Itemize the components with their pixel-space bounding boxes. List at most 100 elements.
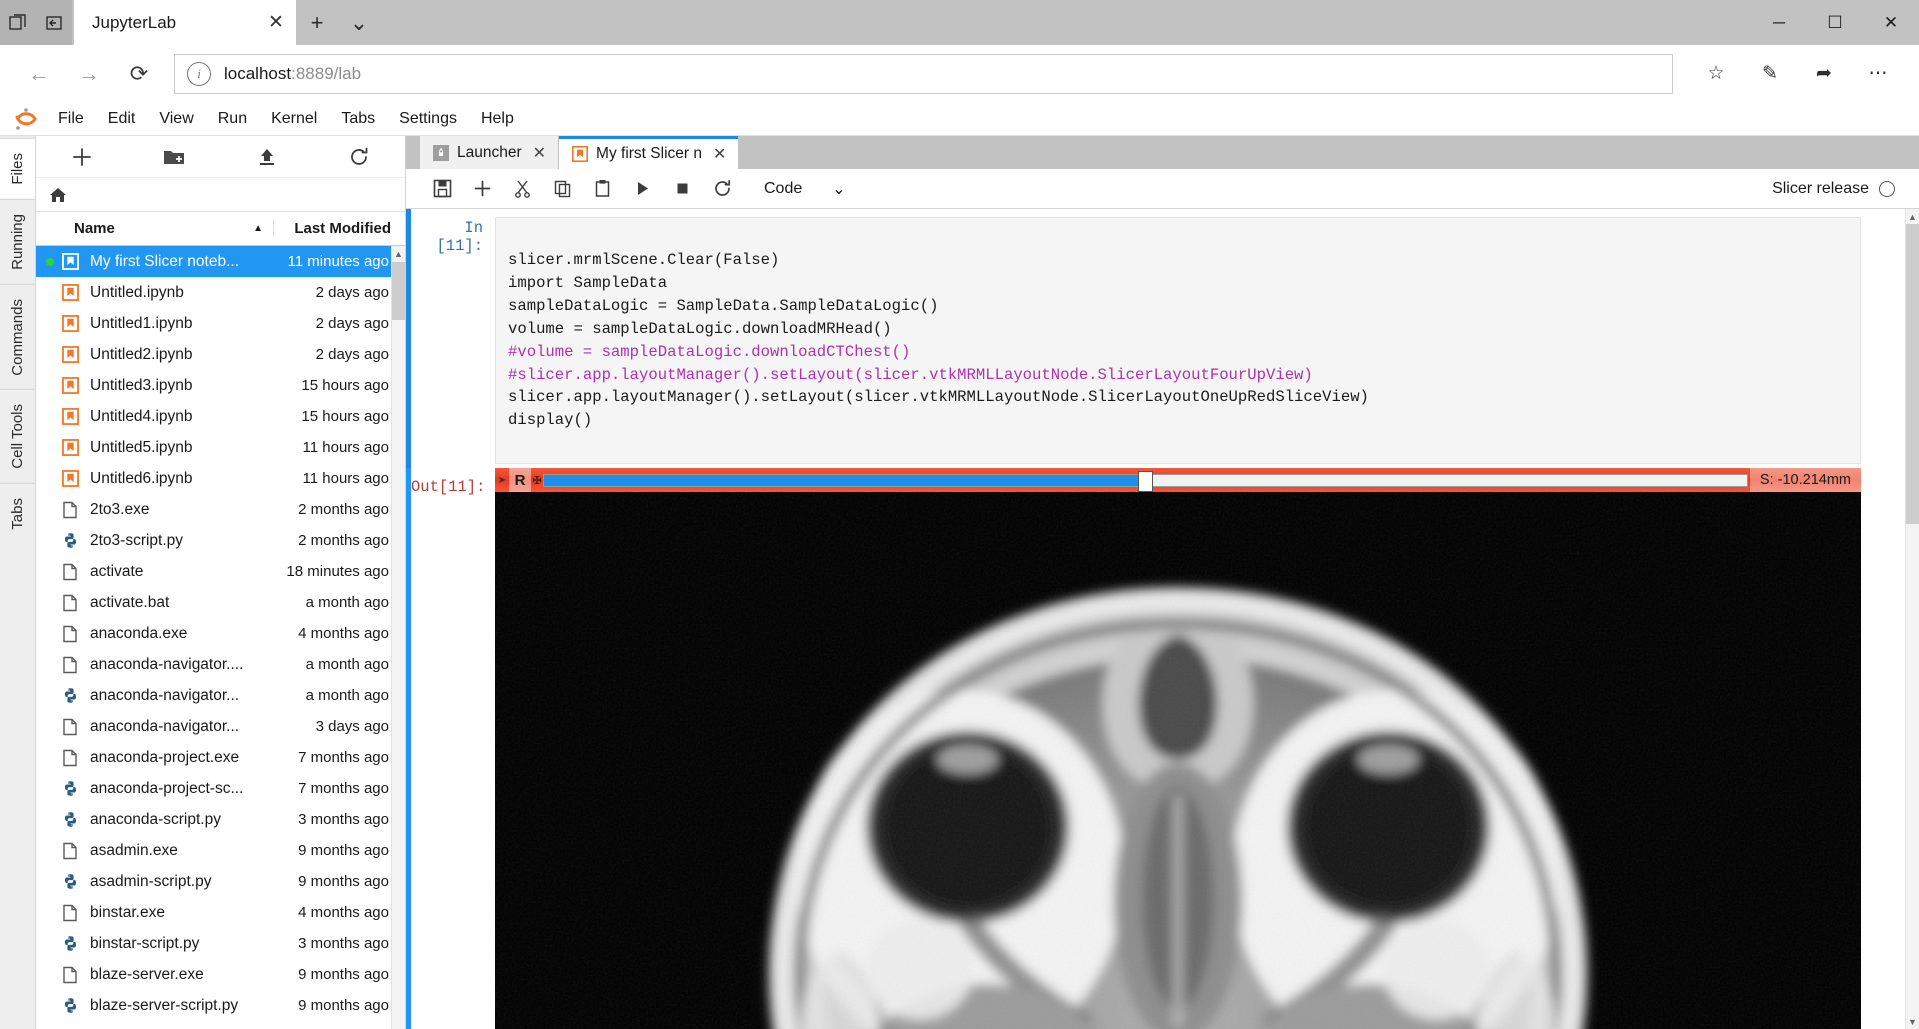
cut-cell-button[interactable] — [502, 169, 542, 209]
dock-tab-close-icon[interactable]: ✕ — [713, 144, 726, 164]
file-list-item[interactable]: asadmin.exe9 months ago — [36, 835, 405, 866]
slice-controller-bar[interactable]: ➤ R ✠ S: -10.214mm — [495, 468, 1861, 492]
notebook-cell-output[interactable]: Out[11]: ➤ R ✠ S: -10.214mm — [406, 468, 1905, 1029]
scroll-up-icon[interactable]: ▲ — [392, 246, 405, 262]
sidebar-tab-tabs[interactable]: Tabs — [0, 483, 35, 544]
file-list-item[interactable]: binstar-script.py3 months ago — [36, 928, 405, 959]
file-list-item[interactable]: anaconda-project.exe7 months ago — [36, 742, 405, 773]
site-info-icon[interactable]: i — [187, 62, 211, 86]
column-header-last-modified[interactable]: Last Modified — [273, 220, 405, 237]
file-list-item[interactable]: anaconda-navigator...3 days ago — [36, 711, 405, 742]
save-button[interactable] — [422, 169, 462, 209]
slicer-output-view[interactable]: ➤ R ✠ S: -10.214mm — [495, 468, 1861, 1029]
file-list-item[interactable]: My first Slicer noteb...11 minutes ago — [36, 246, 405, 277]
share-icon[interactable]: ➦ — [1797, 52, 1851, 96]
web-note-icon[interactable]: ✎ — [1743, 52, 1797, 96]
file-list-item[interactable]: Untitled6.ipynb11 hours ago — [36, 463, 405, 494]
back-button[interactable]: ← — [14, 52, 64, 96]
forward-button[interactable]: → — [64, 52, 114, 96]
sidebar-tab-cell-tools[interactable]: Cell Tools — [0, 389, 35, 483]
sidebar-tab-commands[interactable]: Commands — [0, 284, 35, 390]
file-list-item[interactable]: Untitled3.ipynb15 hours ago — [36, 370, 405, 401]
file-list-item[interactable]: anaconda-project-sc...7 months ago — [36, 773, 405, 804]
insert-cell-button[interactable] — [462, 169, 502, 209]
copy-cell-button[interactable] — [542, 169, 582, 209]
menu-run[interactable]: Run — [206, 106, 259, 132]
file-list-item[interactable]: binstar.exe4 months ago — [36, 897, 405, 928]
menu-help[interactable]: Help — [469, 106, 526, 132]
file-list-item[interactable]: activate18 minutes ago — [36, 556, 405, 587]
file-list-item[interactable]: Untitled.ipynb2 days ago — [36, 277, 405, 308]
file-modified: 9 months ago — [277, 873, 405, 890]
browser-tab-jupyterlab[interactable]: JupyterLab ✕ — [74, 0, 296, 45]
code-line: slicer.app.layoutManager().setLayout(sli… — [508, 388, 1369, 406]
file-list-item[interactable]: Untitled5.ipynb11 hours ago — [36, 432, 405, 463]
scroll-up-icon[interactable]: ▲ — [1906, 209, 1919, 224]
notebook-scrollbar[interactable]: ▲ ▼ — [1905, 209, 1919, 1029]
more-options-icon[interactable]: ⋯ — [1851, 52, 1905, 96]
view-controls-gripper-icon[interactable]: ✠ — [531, 468, 543, 492]
set-aside-tabs-icon[interactable] — [36, 0, 72, 45]
file-list-item[interactable]: Untitled4.ipynb15 hours ago — [36, 401, 405, 432]
new-folder-button[interactable] — [128, 136, 220, 178]
new-tab-button[interactable]: + — [296, 0, 338, 45]
file-list-item[interactable]: anaconda.exe4 months ago — [36, 618, 405, 649]
file-list-item[interactable]: anaconda-script.py3 months ago — [36, 804, 405, 835]
favorites-icon[interactable]: ☆ — [1689, 52, 1743, 96]
slice-slider[interactable] — [543, 474, 1748, 487]
file-list-item[interactable]: blaze-server.exe9 months ago — [36, 959, 405, 990]
url-input[interactable]: i localhost :8889/lab — [174, 54, 1673, 94]
menu-kernel[interactable]: Kernel — [259, 106, 329, 132]
paste-cell-button[interactable] — [582, 169, 622, 209]
menu-settings[interactable]: Settings — [387, 106, 469, 132]
cell-type-select[interactable]: Code ⌄ — [756, 176, 854, 202]
column-header-name[interactable]: Name ▲ — [36, 220, 273, 237]
tab-preview-icon[interactable] — [0, 0, 36, 45]
browser-address-bar: ← → ⟳ i localhost :8889/lab ☆ ✎ ➦ ⋯ — [0, 45, 1919, 102]
browser-tab-close-icon[interactable]: ✕ — [262, 9, 290, 37]
file-name: binstar.exe — [90, 904, 277, 922]
file-list-scrollbar[interactable]: ▲ — [391, 246, 405, 1029]
window-minimize-button[interactable]: ─ — [1751, 0, 1807, 45]
code-editor[interactable]: slicer.mrmlScene.Clear(False) import Sam… — [495, 217, 1861, 464]
menu-tabs[interactable]: Tabs — [329, 106, 387, 132]
scroll-down-icon[interactable]: ▼ — [1906, 1014, 1919, 1029]
sidebar-tab-running[interactable]: Running — [0, 199, 35, 284]
scrollbar-thumb[interactable] — [1906, 224, 1919, 524]
file-list-item[interactable]: 2to3.exe2 months ago — [36, 494, 405, 525]
file-icon — [58, 841, 82, 861]
file-list-item[interactable]: blaze-server-script.py9 months ago — [36, 990, 405, 1021]
dock-tab-my-first-slicer-notebook[interactable]: My first Slicer n ✕ — [559, 136, 738, 169]
breadcrumb[interactable] — [36, 178, 405, 212]
window-maximize-button[interactable]: ☐ — [1807, 0, 1863, 45]
run-cell-button[interactable] — [622, 169, 662, 209]
restart-kernel-button[interactable] — [702, 169, 742, 209]
file-list-item[interactable]: asadmin-script.py9 months ago — [36, 866, 405, 897]
file-list-item[interactable]: activate.bata month ago — [36, 587, 405, 618]
kernel-status[interactable]: Slicer release — [1772, 180, 1919, 198]
file-list-item[interactable]: Untitled1.ipynb2 days ago — [36, 308, 405, 339]
file-list-item[interactable]: 2to3-script.py2 months ago — [36, 525, 405, 556]
scrollbar-thumb[interactable] — [392, 262, 405, 320]
notebook-cell-input[interactable]: In [11]: slicer.mrmlScene.Clear(False) i… — [406, 209, 1905, 468]
menu-view[interactable]: View — [147, 106, 205, 132]
file-list-item[interactable]: Untitled2.ipynb2 days ago — [36, 339, 405, 370]
menu-edit[interactable]: Edit — [96, 106, 148, 132]
menu-file[interactable]: File — [46, 106, 96, 132]
new-launcher-button[interactable] — [36, 136, 128, 178]
tab-dropdown-icon[interactable]: ⌄ — [338, 0, 380, 45]
file-list-item[interactable]: anaconda-navigator....a month ago — [36, 649, 405, 680]
dock-tab-close-icon[interactable]: ✕ — [533, 143, 546, 163]
stop-kernel-button[interactable] — [662, 169, 702, 209]
file-list-item[interactable]: anaconda-navigator...a month ago — [36, 680, 405, 711]
sidebar-tab-files[interactable]: Files — [0, 138, 35, 199]
pin-icon[interactable]: ➤ — [495, 475, 509, 486]
file-name: activate — [90, 563, 277, 581]
refresh-file-list-button[interactable] — [313, 136, 405, 178]
window-close-button[interactable]: ✕ — [1863, 0, 1919, 45]
slice-slider-handle[interactable] — [1138, 471, 1153, 492]
reload-button[interactable]: ⟳ — [114, 52, 164, 96]
dock-tab-launcher[interactable]: Launcher ✕ — [420, 136, 558, 169]
upload-button[interactable] — [221, 136, 313, 178]
file-name: anaconda.exe — [90, 625, 277, 643]
